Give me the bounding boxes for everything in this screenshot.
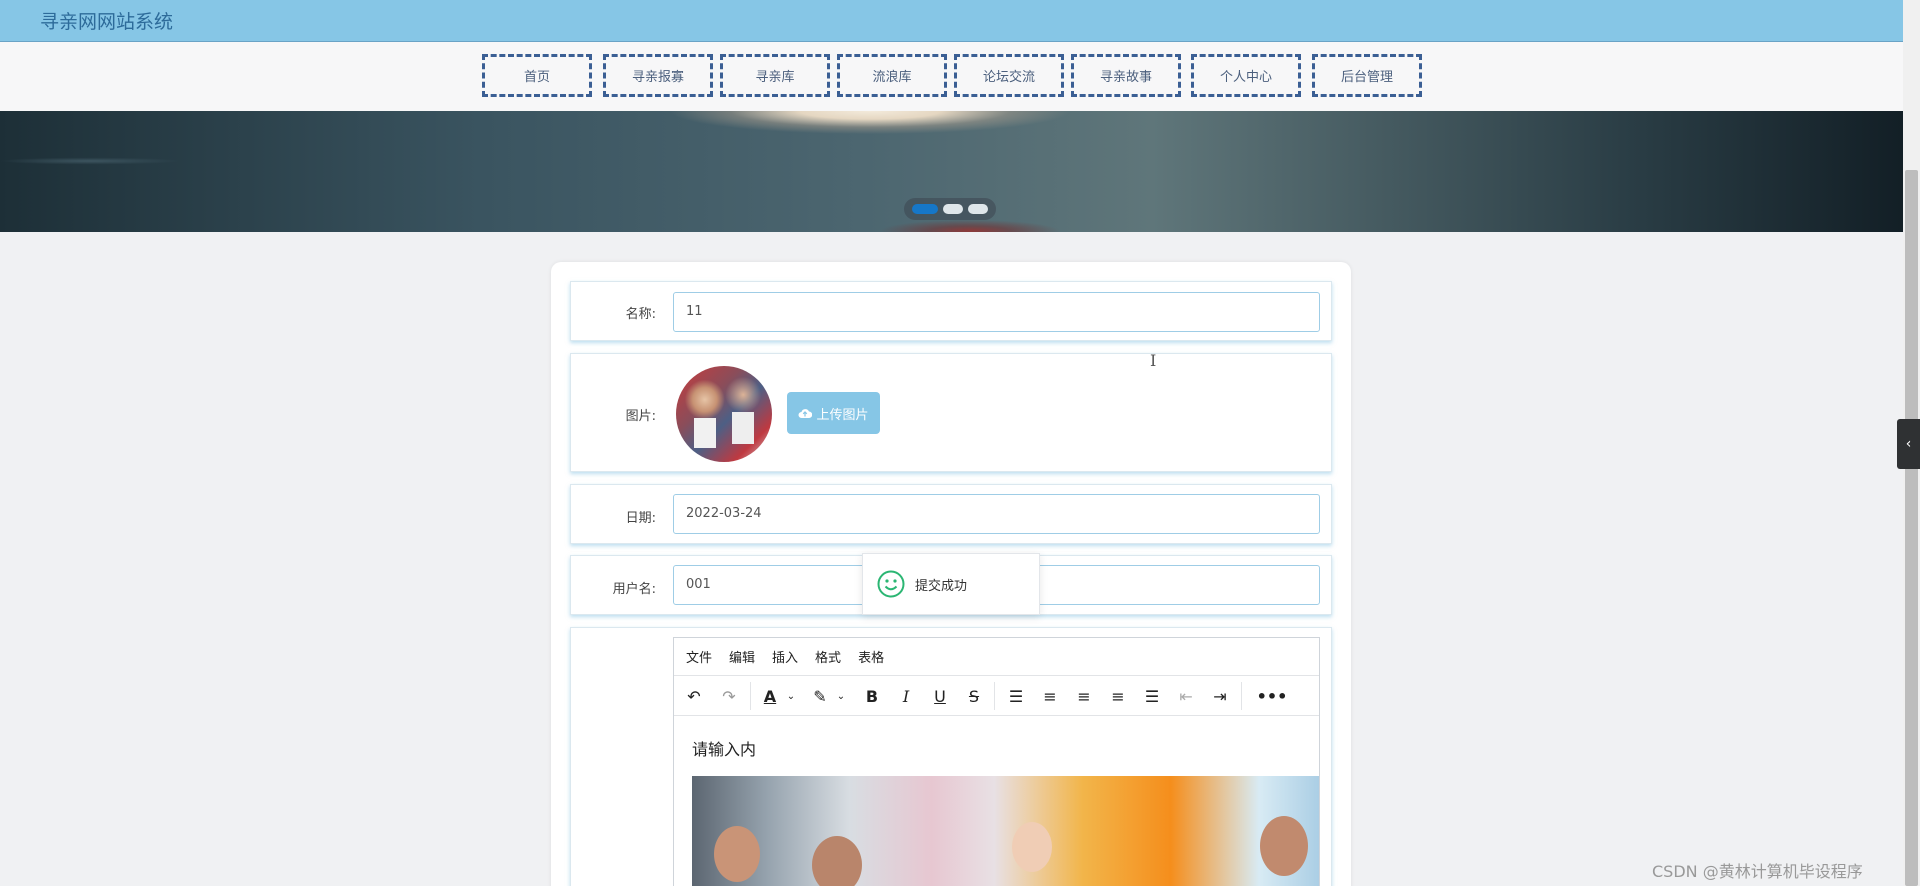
nav-item-admin[interactable]: 后台管理 — [1312, 54, 1422, 97]
nav-item-home[interactable]: 首页 — [482, 54, 592, 97]
photo-person — [1260, 816, 1308, 876]
carousel-dot-3[interactable] — [968, 204, 988, 214]
smile-icon — [877, 570, 905, 598]
avatar-detail-poster — [694, 418, 716, 448]
image-label: 图片: — [625, 409, 656, 424]
indent-icon[interactable]: ⇥ — [1208, 684, 1232, 708]
align-right-icon[interactable]: ≡ — [1106, 684, 1130, 708]
font-color-dropdown-icon[interactable]: ⌄ — [779, 684, 803, 708]
cloud-upload-icon — [799, 409, 813, 418]
nav-item-report[interactable]: 寻亲报寡 — [603, 54, 713, 97]
text-cursor-icon: I — [1150, 351, 1157, 370]
carousel-indicators — [904, 198, 996, 220]
strikethrough-icon[interactable]: S — [962, 684, 986, 708]
carousel-dot-2[interactable] — [943, 204, 963, 214]
top-bar: 寻亲网网站系统 — [0, 0, 1920, 42]
avatar-detail-poster-2 — [732, 412, 754, 444]
align-left-icon[interactable]: ≡ — [1038, 684, 1062, 708]
toast-message: 提交成功 — [915, 578, 968, 594]
date-input[interactable]: 2022-03-24 — [673, 494, 1320, 534]
banner-carousel — [0, 111, 1920, 232]
success-toast: 提交成功 — [862, 553, 1040, 615]
csdn-watermark: CSDN @黄林计算机毕设程序 — [1652, 862, 1863, 881]
nav-item-stories[interactable]: 寻亲故事 — [1071, 54, 1181, 97]
nav-item-profile[interactable]: 个人中心 — [1191, 54, 1301, 97]
toolbar-divider — [1241, 682, 1242, 710]
uploaded-image-preview[interactable] — [676, 366, 772, 462]
name-input[interactable]: 11 — [673, 292, 1320, 332]
username-label: 用户名: — [612, 582, 656, 597]
photo-person — [714, 826, 760, 882]
editor-embedded-photo — [692, 776, 1319, 886]
menu-insert[interactable]: 插入 — [772, 647, 798, 666]
toolbar-divider — [994, 682, 995, 710]
menu-file[interactable]: 文件 — [686, 647, 712, 666]
highlight-dropdown-icon[interactable]: ⌄ — [829, 684, 853, 708]
align-center-icon[interactable]: ≡ — [1072, 684, 1096, 708]
nav-item-forum[interactable]: 论坛交流 — [954, 54, 1064, 97]
rich-text-editor: 文件 编辑 插入 格式 表格 ↶ ↷ A ⌄ ✎ ⌄ B I U S ☰ ≡ ≡… — [673, 637, 1320, 886]
side-panel-toggle[interactable]: ‹ — [1897, 419, 1920, 469]
bold-icon[interactable]: B — [860, 684, 884, 708]
nav-item-search-db[interactable]: 寻亲库 — [720, 54, 830, 97]
menu-edit[interactable]: 编辑 — [729, 647, 755, 666]
menu-format[interactable]: 格式 — [815, 647, 841, 666]
nav-item-stray-db[interactable]: 流浪库 — [837, 54, 947, 97]
page-scrollbar-thumb[interactable] — [1905, 170, 1918, 886]
date-label: 日期: — [625, 511, 656, 526]
photo-person — [1012, 822, 1052, 872]
line-height-icon[interactable]: ☰ — [1004, 684, 1028, 708]
site-title[interactable]: 寻亲网网站系统 — [40, 7, 173, 34]
name-label: 名称: — [625, 307, 656, 322]
toolbar-divider — [750, 682, 751, 710]
menu-table[interactable]: 表格 — [858, 647, 884, 666]
editor-toolbar: ↶ ↷ A ⌄ ✎ ⌄ B I U S ☰ ≡ ≡ ≡ ☰ ⇤ ⇥ ••• — [674, 676, 1319, 716]
editor-content-text[interactable]: 请输入内 — [692, 736, 756, 760]
italic-icon[interactable]: I — [894, 684, 918, 708]
undo-icon[interactable]: ↶ — [682, 684, 706, 708]
justify-icon[interactable]: ☰ — [1140, 684, 1164, 708]
photo-person — [812, 836, 862, 886]
underline-icon[interactable]: U — [928, 684, 952, 708]
chevron-left-icon: ‹ — [1905, 436, 1912, 452]
redo-icon[interactable]: ↷ — [717, 684, 741, 708]
upload-image-button[interactable]: 上传图片 — [787, 392, 880, 434]
upload-button-label: 上传图片 — [816, 407, 869, 423]
editor-menubar: 文件 编辑 插入 格式 表格 — [674, 638, 1319, 676]
carousel-dot-1[interactable] — [912, 204, 938, 214]
main-nav: 首页 寻亲报寡 寻亲库 流浪库 论坛交流 寻亲故事 个人中心 后台管理 — [0, 42, 1920, 111]
more-icon[interactable]: ••• — [1257, 684, 1288, 708]
outdent-icon[interactable]: ⇤ — [1174, 684, 1198, 708]
